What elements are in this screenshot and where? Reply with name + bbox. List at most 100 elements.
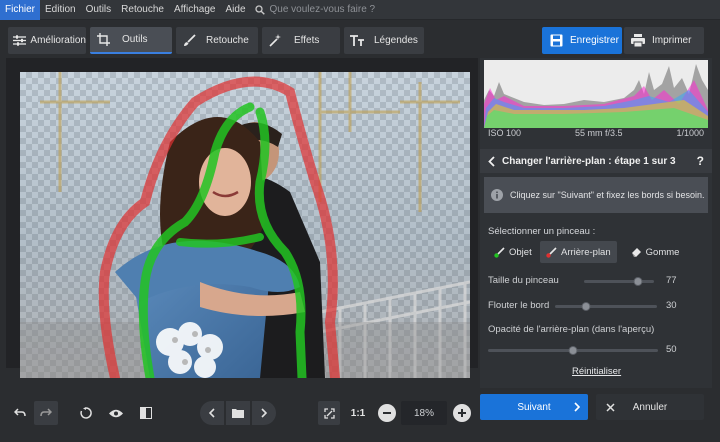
menu-edition[interactable]: Edition bbox=[40, 0, 81, 20]
brush-options: Objet Arrière-plan Gomme bbox=[488, 241, 708, 263]
menu-search[interactable]: Que voulez-vous faire ? bbox=[254, 4, 375, 15]
brush-eraser-button[interactable]: Gomme bbox=[625, 241, 686, 263]
eye-icon bbox=[109, 409, 123, 417]
brush-size-value: 77 bbox=[666, 275, 677, 286]
blur-edge-slider[interactable] bbox=[555, 302, 657, 311]
canvas-area bbox=[6, 58, 478, 378]
brush-background-button[interactable]: Arrière-plan bbox=[540, 241, 617, 263]
zoom-actual-size-button[interactable]: 1:1 bbox=[346, 401, 370, 425]
iso-value: ISO 100 bbox=[488, 128, 522, 138]
photo-canvas[interactable] bbox=[20, 72, 470, 378]
background-opacity-value: 50 bbox=[666, 344, 677, 355]
brush-label: Objet bbox=[509, 246, 532, 258]
next-button[interactable]: Suivant bbox=[480, 394, 588, 420]
menu-fichier[interactable]: Fichier bbox=[0, 0, 41, 20]
lens-value: 55 mm f/3.5 bbox=[574, 128, 623, 138]
red-brush-icon bbox=[546, 246, 557, 258]
printer-icon bbox=[624, 34, 652, 47]
sliders-icon bbox=[8, 35, 30, 46]
info-icon bbox=[484, 189, 510, 201]
close-icon bbox=[606, 402, 615, 412]
crop-icon bbox=[90, 33, 116, 46]
back-button[interactable] bbox=[480, 155, 502, 167]
reset-link[interactable]: Réinitialiser bbox=[572, 366, 621, 377]
print-button[interactable]: Imprimer bbox=[624, 27, 704, 54]
next-photo-button[interactable] bbox=[252, 401, 276, 425]
text-icon bbox=[344, 34, 370, 47]
chevron-right-icon bbox=[261, 408, 267, 418]
brush-size-label: Taille du pinceau bbox=[488, 275, 559, 286]
toolbar: Amélioration Outils Retouche Effets Lége… bbox=[0, 20, 720, 60]
tab-amelioration[interactable]: Amélioration bbox=[8, 27, 86, 54]
green-brush-icon bbox=[494, 246, 505, 258]
fit-to-screen-button[interactable] bbox=[318, 401, 340, 425]
brush-select-label: Sélectionner un pinceau : bbox=[488, 226, 596, 237]
background-opacity-label: Opacité de l'arrière-plan (dans l'aperçu… bbox=[488, 324, 655, 335]
right-panel: ISO 100 55 mm f/3.5 1/1000 Changer l'arr… bbox=[480, 58, 712, 388]
menu-affichage[interactable]: Affichage bbox=[169, 0, 221, 20]
brush-size-slider[interactable] bbox=[584, 277, 654, 286]
tab-retouche[interactable]: Retouche bbox=[176, 27, 258, 54]
help-button[interactable]: ? bbox=[697, 154, 704, 168]
save-button[interactable]: Enregistrer bbox=[542, 27, 622, 54]
histogram bbox=[484, 60, 708, 128]
tab-label: Retouche bbox=[206, 35, 249, 46]
redo-button[interactable] bbox=[34, 401, 58, 425]
folder-icon bbox=[232, 409, 244, 418]
tab-outils[interactable]: Outils bbox=[90, 27, 172, 54]
bottom-toolbar: 1:1 18% bbox=[0, 394, 480, 434]
compare-icon bbox=[140, 407, 152, 419]
cancel-button[interactable]: Annuler bbox=[596, 394, 704, 420]
menu-outils[interactable]: Outils bbox=[81, 0, 117, 20]
step-title: Changer l'arrière-plan : étape 1 sur 3 bbox=[502, 155, 676, 167]
previous-photo-button[interactable] bbox=[200, 401, 224, 425]
info-box: Cliquez sur "Suivant" et fixez les bords… bbox=[484, 177, 708, 213]
menu-retouche[interactable]: Retouche bbox=[116, 0, 169, 20]
brush-icon bbox=[176, 34, 202, 47]
background-opacity-slider[interactable] bbox=[488, 346, 658, 355]
undo-icon bbox=[14, 408, 26, 417]
histogram-graph bbox=[484, 64, 708, 128]
tab-legendes[interactable]: Légendes bbox=[344, 27, 424, 54]
next-label: Suivant bbox=[517, 401, 551, 413]
plus-icon bbox=[458, 409, 466, 417]
save-icon bbox=[542, 34, 570, 47]
camera-info: ISO 100 55 mm f/3.5 1/1000 bbox=[488, 128, 704, 138]
blur-edge-label: Flouter le bord bbox=[488, 300, 550, 311]
menu-aide[interactable]: Aide bbox=[220, 0, 250, 20]
zoom-in-button[interactable] bbox=[453, 404, 471, 422]
brush-object-button[interactable]: Objet bbox=[488, 241, 532, 263]
rotate-icon bbox=[80, 407, 92, 419]
redo-icon bbox=[40, 408, 52, 417]
cancel-label: Annuler bbox=[632, 401, 668, 413]
minus-icon bbox=[383, 412, 391, 414]
menu-bar: Fichier Edition Outils Retouche Affichag… bbox=[0, 0, 720, 20]
compare-button[interactable] bbox=[134, 401, 158, 425]
save-label: Enregistrer bbox=[570, 35, 619, 46]
chevron-right-icon bbox=[574, 402, 580, 412]
info-text: Cliquez sur "Suivant" et fixez les bords… bbox=[510, 190, 705, 200]
print-label: Imprimer bbox=[652, 35, 692, 46]
step-header: Changer l'arrière-plan : étape 1 sur 3 ? bbox=[480, 149, 712, 173]
chevron-left-icon bbox=[487, 155, 495, 167]
brush-label: Arrière-plan bbox=[561, 246, 611, 258]
tab-effets[interactable]: Effets bbox=[262, 27, 340, 54]
tab-label: Effets bbox=[294, 35, 320, 46]
slider-thumb[interactable] bbox=[581, 302, 591, 311]
undo-button[interactable] bbox=[8, 401, 32, 425]
brush-label: Gomme bbox=[645, 246, 680, 258]
preview-button[interactable] bbox=[104, 401, 128, 425]
slider-thumb[interactable] bbox=[633, 277, 643, 286]
open-folder-button[interactable] bbox=[226, 401, 250, 425]
tab-label: Amélioration bbox=[30, 35, 86, 46]
tab-label: Légendes bbox=[374, 35, 418, 46]
reset-view-button[interactable] bbox=[74, 401, 98, 425]
blur-edge-value: 30 bbox=[666, 300, 677, 311]
shutter-value: 1/1000 bbox=[676, 128, 704, 138]
slider-thumb[interactable] bbox=[568, 346, 578, 355]
zoom-out-button[interactable] bbox=[378, 404, 396, 422]
eraser-icon bbox=[631, 247, 642, 258]
chevron-left-icon bbox=[209, 408, 215, 418]
zoom-level[interactable]: 18% bbox=[401, 401, 447, 425]
magic-wand-icon bbox=[262, 34, 288, 47]
